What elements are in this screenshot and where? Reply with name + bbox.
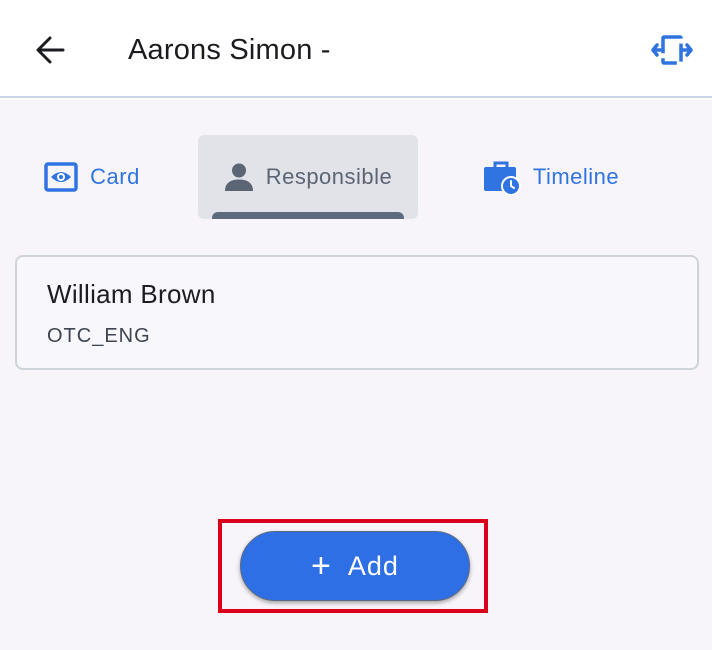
arrow-left-icon <box>36 36 65 64</box>
expand-horizontal-icon <box>651 35 693 65</box>
briefcase-clock-icon <box>483 161 521 195</box>
page-title: Aarons Simon - <box>128 34 331 66</box>
person-icon <box>224 163 253 191</box>
add-button-label: Add <box>347 550 399 581</box>
plus-icon: + <box>311 547 332 585</box>
tab-timeline-label: Timeline <box>532 164 620 189</box>
tab-card[interactable]: Card <box>22 135 162 219</box>
expand-button[interactable] <box>648 28 696 72</box>
eye-card-icon <box>44 162 78 192</box>
tab-timeline[interactable]: Timeline <box>466 135 636 219</box>
add-button[interactable]: + Add <box>240 531 470 601</box>
top-app-bar: Aarons Simon - <box>0 0 712 98</box>
tab-card-label: Card <box>90 164 140 189</box>
tab-responsible[interactable]: Responsible <box>198 135 418 219</box>
tab-responsible-label: Responsible <box>265 164 393 189</box>
responsible-name: William Brown <box>47 279 216 309</box>
responsible-group: OTC_ENG <box>47 325 151 347</box>
selected-tab-indicator <box>212 212 404 219</box>
back-button[interactable] <box>30 30 70 70</box>
responsible-card[interactable]: William Brown OTC_ENG <box>15 255 699 370</box>
